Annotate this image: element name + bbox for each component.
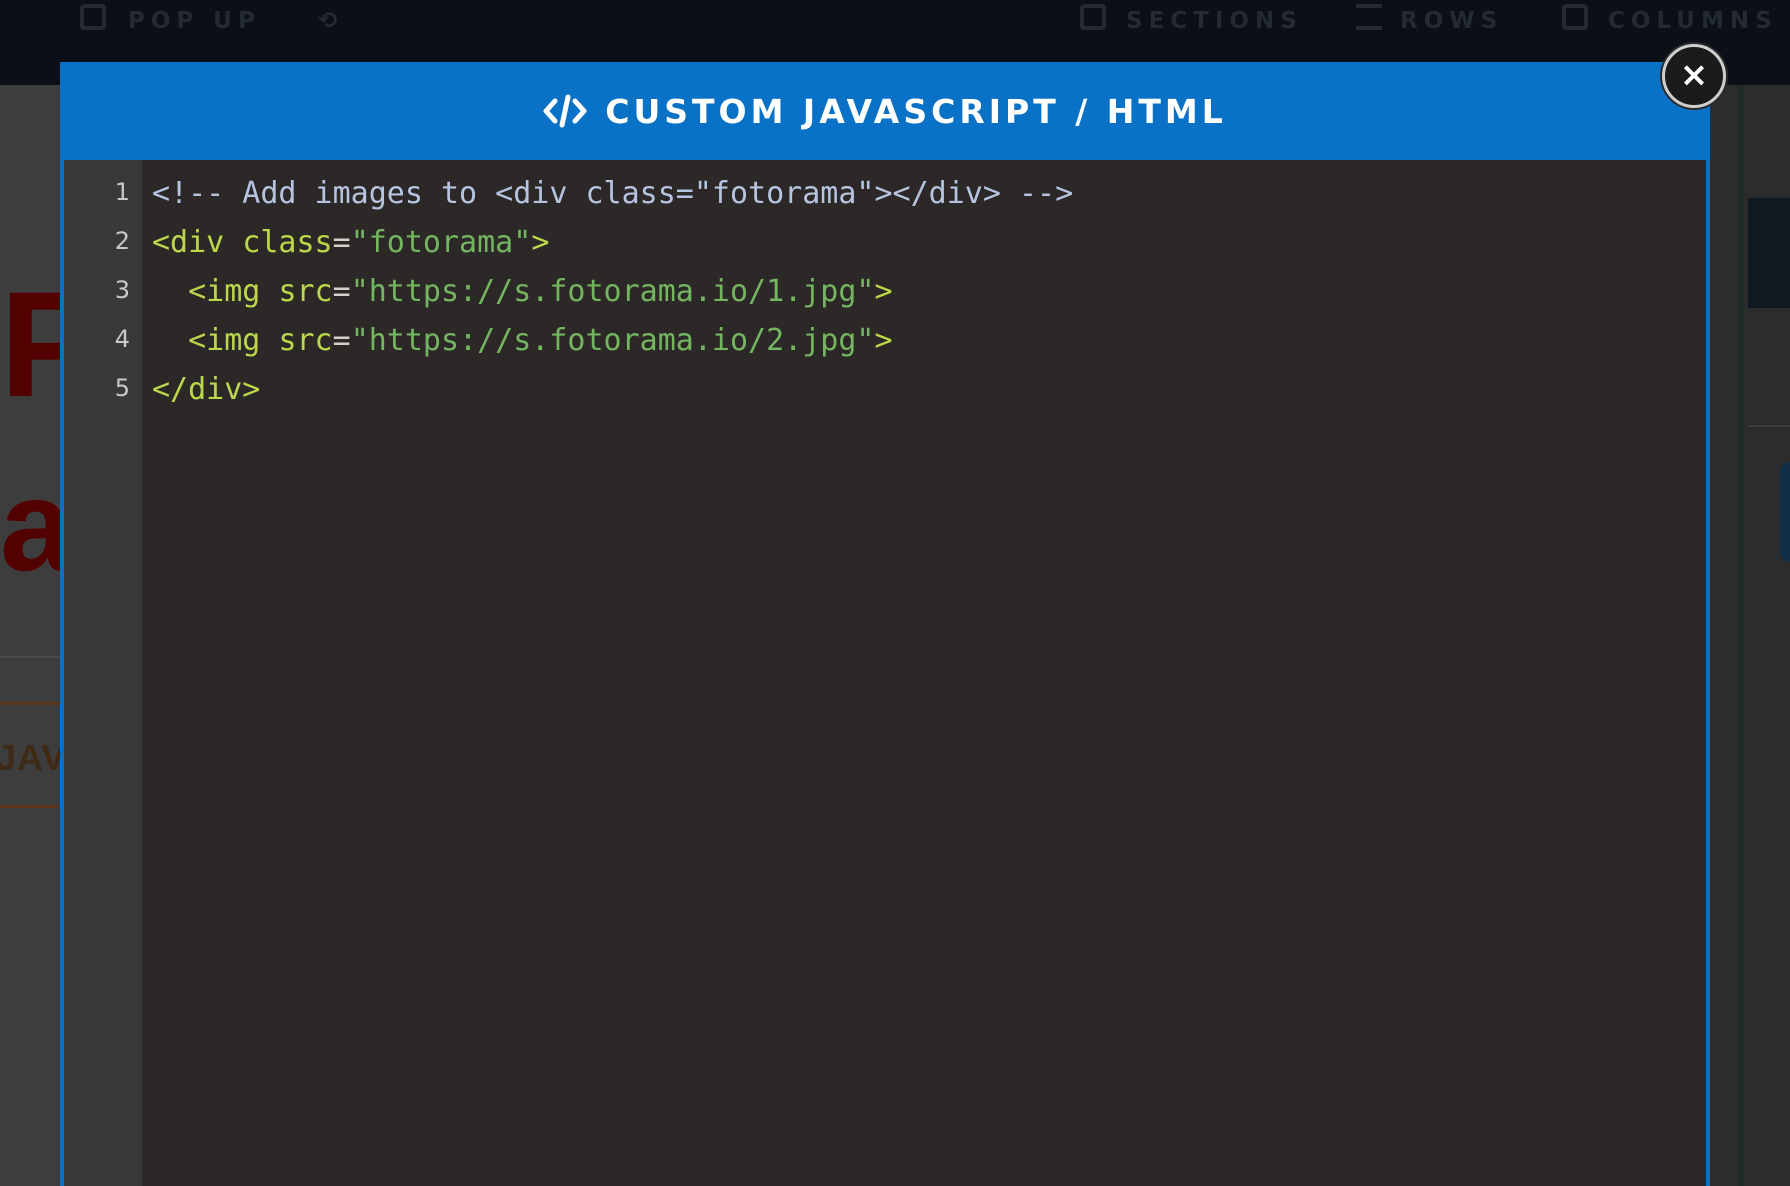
background-button-label: JAV [0, 737, 67, 778]
code-token-punct [260, 323, 278, 358]
line-number: 3 [114, 276, 130, 304]
code-token-punct: = [332, 225, 351, 260]
background-button: JAV [0, 702, 65, 808]
popup-icon[interactable] [80, 4, 106, 30]
toolbar-columns-label[interactable]: COLUMNS [1608, 8, 1778, 34]
code-token-punct [152, 274, 188, 309]
background-left-column [0, 85, 62, 1186]
code-line[interactable]: <!-- Add images to <div class="fotorama"… [152, 174, 1073, 214]
code-editor[interactable]: <!-- Add images to <div class="fotorama"… [152, 160, 1706, 1186]
code-token-tag: <img [188, 323, 261, 358]
code-line[interactable]: <img src="https://s.fotorama.io/2.jpg"> [152, 321, 893, 361]
background-right-divider [1748, 425, 1790, 427]
code-token-tag: </div> [152, 372, 261, 407]
background-right-band [1748, 198, 1790, 308]
line-number: 5 [114, 374, 130, 402]
toolbar-sections-label[interactable]: SECTIONS [1126, 8, 1303, 34]
modal-header: CUSTOM JAVASCRIPT / HTML [60, 62, 1710, 160]
toolbar-popup-label[interactable]: POP UP [128, 8, 261, 34]
background-right-strip [1738, 85, 1744, 1186]
code-token-punct: = [332, 323, 351, 358]
sections-icon[interactable] [1080, 4, 1106, 30]
code-token-tag: > [874, 323, 893, 358]
line-number: 2 [114, 227, 130, 255]
code-token-tag: > [531, 225, 550, 260]
code-icon [543, 94, 587, 128]
close-button[interactable]: × [1662, 44, 1726, 108]
code-token-str: "https://s.fotorama.io/1.jpg" [350, 274, 875, 309]
code-token-tag: <img [188, 274, 261, 309]
code-line[interactable]: <img src="https://s.fotorama.io/1.jpg"> [152, 272, 893, 312]
code-line[interactable]: </div> [152, 370, 260, 410]
modal-title: CUSTOM JAVASCRIPT / HTML [543, 92, 1227, 131]
code-line[interactable]: <div class="fotorama"> [152, 223, 549, 263]
code-token-attr: class [242, 225, 333, 260]
code-token-punct [224, 225, 242, 260]
undo-icon[interactable]: ⟲ [318, 8, 337, 34]
columns-icon[interactable] [1562, 4, 1588, 30]
background-divider [0, 656, 62, 658]
background-right-pill [1780, 462, 1790, 562]
code-token-tag: > [874, 274, 893, 309]
modal-title-text: CUSTOM JAVASCRIPT / HTML [605, 91, 1227, 131]
code-token-punct [260, 274, 278, 309]
line-number: 1 [114, 178, 130, 206]
code-token-tag: <div [152, 225, 225, 260]
code-token-punct: = [332, 274, 351, 309]
close-icon: × [1679, 55, 1709, 95]
code-token-attr: src [278, 323, 333, 358]
code-token-comment: <!-- Add images to <div class="fotorama"… [152, 176, 1074, 211]
code-token-str: "https://s.fotorama.io/2.jpg" [350, 323, 875, 358]
code-token-str: "fotorama" [350, 225, 532, 260]
code-token-punct [152, 323, 188, 358]
custom-code-modal: CUSTOM JAVASCRIPT / HTML 1 2 3 4 5 <!-- … [60, 62, 1710, 1186]
rows-icon[interactable] [1356, 4, 1382, 30]
code-token-attr: src [278, 274, 333, 309]
toolbar-rows-label[interactable]: ROWS [1400, 8, 1503, 34]
line-number-gutter: 1 2 3 4 5 [64, 160, 142, 1186]
line-number: 4 [114, 325, 130, 353]
